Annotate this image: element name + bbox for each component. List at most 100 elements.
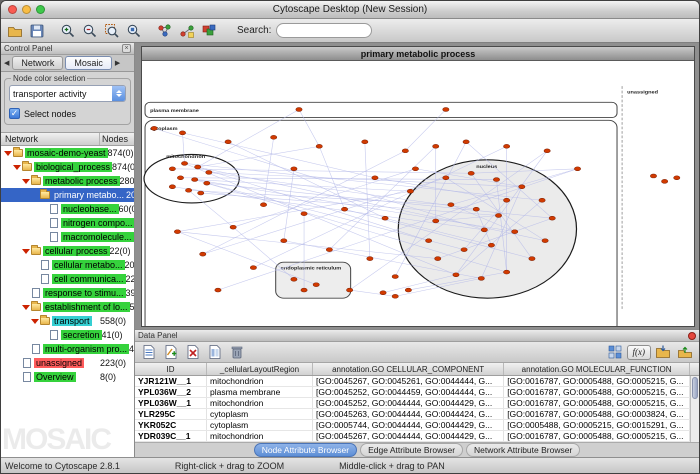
network-view-title[interactable]: primary metabolic process (142, 47, 694, 61)
graph-node[interactable] (544, 149, 550, 153)
select-nodes-checkbox[interactable]: ✓ (9, 108, 20, 119)
zoom-in-icon[interactable] (58, 21, 78, 41)
attribute-dropdown[interactable]: transporter activity (9, 85, 126, 102)
vizmapper-icon[interactable] (199, 21, 219, 41)
graph-node[interactable] (204, 181, 210, 185)
zoom-fit-icon[interactable] (124, 21, 144, 41)
graph-node[interactable] (326, 248, 332, 252)
graph-node[interactable] (512, 230, 518, 234)
tree-row[interactable]: unassigned223(0) (1, 356, 134, 370)
tree-row[interactable]: establishment of lo...558(0) (1, 300, 134, 314)
tree-row[interactable]: cell communica...22(0) (1, 272, 134, 286)
graph-node[interactable] (382, 216, 388, 220)
graph-node[interactable] (362, 140, 368, 144)
tree-row[interactable]: primary metabo...209(0) (1, 188, 134, 202)
graph-edge[interactable] (299, 110, 319, 147)
search-input[interactable] (276, 23, 372, 38)
tree-row[interactable]: nitrogen compo...49(0) (1, 216, 134, 230)
column-header[interactable]: ID (135, 363, 207, 375)
graph-node[interactable] (296, 108, 302, 112)
select-first-neighbors-icon[interactable] (155, 21, 175, 41)
graph-node[interactable] (488, 243, 494, 247)
export-attributes-icon[interactable] (675, 342, 695, 362)
table-row[interactable]: YPL036W__1mitochondrion[GO:0045252, GO:0… (135, 398, 699, 409)
open-session-icon[interactable] (5, 21, 25, 41)
graph-node[interactable] (291, 167, 297, 171)
tree-row[interactable]: secretion41(0) (1, 328, 134, 342)
graph-node[interactable] (503, 144, 509, 148)
attribute-table-header[interactable]: ID_cellularLayoutRegionannotation.GO CEL… (135, 363, 699, 376)
graph-node[interactable] (185, 188, 191, 192)
graph-node[interactable] (341, 207, 347, 211)
graph-node[interactable] (313, 283, 319, 287)
tab-network-attribute-browser[interactable]: Network Attribute Browser (466, 443, 580, 457)
tab-scroll-right-icon[interactable]: ▶ (114, 59, 121, 67)
graph-node[interactable] (468, 171, 474, 175)
graph-node[interactable] (169, 185, 175, 189)
expander-icon[interactable] (13, 163, 21, 171)
graph-node[interactable] (661, 179, 667, 183)
tree-row[interactable]: biological_process874(0) (1, 160, 134, 174)
tree-row[interactable]: metabolic process280(0) (1, 174, 134, 188)
create-attribute-icon[interactable] (161, 342, 181, 362)
float-panel-icon[interactable] (688, 332, 696, 340)
graph-node[interactable] (493, 178, 499, 182)
column-network[interactable]: Network (1, 133, 100, 145)
graph-node[interactable] (473, 207, 479, 211)
graph-node[interactable] (461, 248, 467, 252)
graph-node[interactable] (271, 135, 277, 139)
graph-node[interactable] (402, 149, 408, 153)
scrollbar-thumb[interactable] (692, 377, 698, 399)
tab-network[interactable]: Network (12, 56, 63, 70)
graph-node[interactable] (503, 198, 509, 202)
graph-node[interactable] (206, 170, 212, 174)
zoom-selected-icon[interactable] (102, 21, 122, 41)
graph-node[interactable] (181, 161, 187, 165)
minimize-window-icon[interactable] (22, 5, 31, 14)
tree-row[interactable]: multi-organism pro...42(0) (1, 342, 134, 356)
graph-node[interactable] (372, 176, 378, 180)
expander-icon[interactable] (31, 317, 39, 325)
graph-node[interactable] (481, 228, 487, 232)
table-row[interactable]: YLR295Ccytoplasm[GO:0045263, GO:0044444,… (135, 409, 699, 420)
graph-node[interactable] (463, 140, 469, 144)
graph-node[interactable] (495, 214, 501, 218)
tree-row[interactable]: cellular process22(0) (1, 244, 134, 258)
graph-node[interactable] (215, 288, 221, 292)
graph-node[interactable] (230, 225, 236, 229)
tree-row[interactable]: response to stimu...39(0) (1, 286, 134, 300)
titlebar[interactable]: Cytoscape Desktop (New Session) (1, 1, 699, 19)
graph-node[interactable] (542, 239, 548, 243)
table-scrollbar[interactable] (690, 376, 699, 442)
graph-node[interactable] (192, 178, 198, 182)
graph-edge[interactable] (405, 110, 446, 151)
graph-node[interactable] (169, 167, 175, 171)
close-panel-icon[interactable]: × (122, 44, 131, 53)
tree-row[interactable]: transport558(0) (1, 314, 134, 328)
graph-node[interactable] (225, 140, 231, 144)
graph-node[interactable] (539, 198, 545, 202)
graph-node[interactable] (195, 165, 201, 169)
import-attributes-icon[interactable] (653, 342, 673, 362)
graph-node[interactable] (412, 167, 418, 171)
column-header[interactable]: annotation.GO MOLECULAR_FUNCTION (504, 363, 690, 375)
expander-icon[interactable] (4, 149, 12, 157)
formula-builder-button[interactable]: f(x) (627, 345, 652, 360)
graph-node[interactable] (281, 239, 287, 243)
tree-row[interactable]: cellular metabo...206(0) (1, 258, 134, 272)
expander-icon[interactable] (22, 303, 30, 311)
table-row[interactable]: YDR039C__1mitochondrion[GO:0045267, GO:0… (135, 431, 699, 442)
graph-node[interactable] (433, 219, 439, 223)
table-row[interactable]: YKR052Ccytoplasm[GO:0005744, GO:0044444,… (135, 420, 699, 431)
graph-node[interactable] (380, 291, 386, 295)
table-row[interactable]: YPL036W__2plasma membrane[GO:0045252, GO… (135, 387, 699, 398)
tab-edge-attribute-browser[interactable]: Edge Attribute Browser (360, 443, 463, 457)
graph-node[interactable] (367, 257, 373, 261)
tree-row[interactable]: macromolecule...311(0) (1, 230, 134, 244)
graph-edge[interactable] (228, 142, 385, 218)
graph-node[interactable] (346, 288, 352, 292)
graph-node[interactable] (443, 176, 449, 180)
graph-edge[interactable] (177, 232, 316, 285)
graph-node[interactable] (260, 203, 266, 207)
graph-node[interactable] (650, 174, 656, 178)
